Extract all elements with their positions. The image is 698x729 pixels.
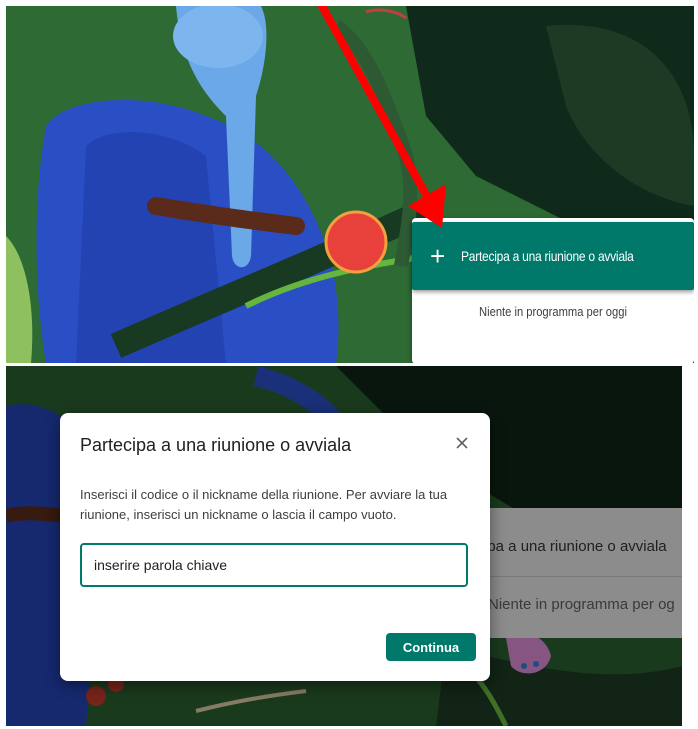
divider: [476, 576, 682, 577]
meeting-code-input[interactable]: [80, 543, 468, 587]
bottom-screenshot-panel: ipa a una riunione o avviala Niente in p…: [6, 366, 682, 726]
meeting-card: + Partecipa a una riunione o avviala Nie…: [412, 218, 694, 363]
join-or-start-meeting-button[interactable]: + Partecipa a una riunione o avviala: [412, 222, 694, 290]
continue-button[interactable]: Continua: [386, 633, 476, 661]
plus-icon: +: [430, 241, 446, 271]
top-screenshot-panel: + Partecipa a una riunione o avviala Nie…: [6, 6, 694, 363]
empty-schedule-text: Niente in programma per oggi: [479, 304, 627, 319]
join-meeting-dialog: Partecipa a una riunione o avviala Inser…: [60, 413, 490, 681]
dialog-title: Partecipa a una riunione o avviala: [80, 435, 352, 455]
close-icon[interactable]: [452, 433, 472, 453]
join-button-label: Partecipa a una riunione o avviala: [461, 248, 634, 264]
background-meeting-card: ipa a una riunione o avviala Niente in p…: [476, 508, 682, 638]
dialog-description: Inserisci il codice o il nickname della …: [80, 487, 448, 522]
background-empty-text: Niente in programma per og: [488, 596, 675, 613]
background-join-label: ipa a una riunione o avviala: [484, 538, 667, 555]
